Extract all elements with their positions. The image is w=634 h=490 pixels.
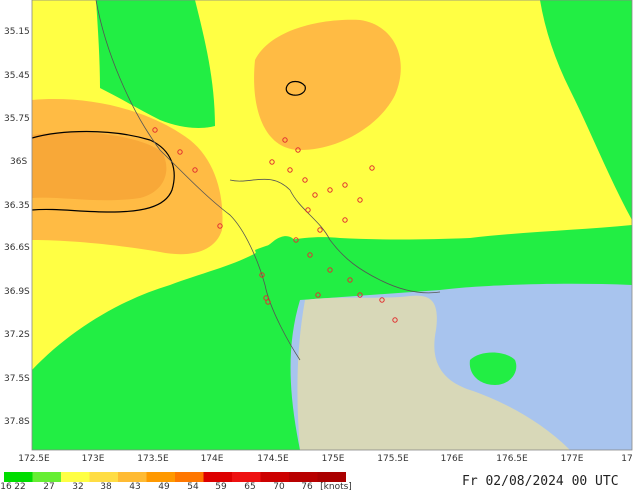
- legend-swatch: [61, 472, 90, 482]
- lon-label: 17: [621, 454, 632, 464]
- latitude-labels: 35.15 35.45 35.75 36S 36.35 36.6S 36.9S …: [4, 27, 30, 427]
- legend-label: 76: [301, 482, 313, 490]
- lon-label: 174.5E: [257, 454, 289, 464]
- lat-label: 36.35: [4, 201, 30, 211]
- legend-label: 16: [0, 482, 12, 490]
- lat-label: 35.45: [4, 71, 30, 81]
- legend-swatch: [89, 472, 118, 482]
- legend-label: 59: [215, 482, 227, 490]
- forecast-timestamp: Fr 02/08/2024 00 UTC: [462, 474, 619, 489]
- legend-label: 43: [129, 482, 140, 490]
- legend-label: 32: [72, 482, 83, 490]
- lon-label: 175.5E: [377, 454, 409, 464]
- lon-label: 176E: [441, 454, 464, 464]
- legend-label: 49: [158, 482, 170, 490]
- legend-label: 70: [273, 482, 285, 490]
- legend-swatch: [175, 472, 204, 482]
- legend-swatch: [203, 472, 232, 482]
- legend-swatch: [232, 472, 261, 482]
- legend-label: 38: [100, 482, 112, 490]
- legend-label: 54: [187, 482, 199, 490]
- lat-label: 35.15: [4, 27, 30, 37]
- legend-colorbar: [4, 472, 346, 482]
- legend-swatch: [146, 472, 175, 482]
- legend-label: 22: [14, 482, 25, 490]
- lon-label: 177E: [561, 454, 584, 464]
- lon-label: 173E: [82, 454, 105, 464]
- lat-label: 36S: [10, 157, 27, 167]
- map-area: [31, 0, 633, 451]
- legend-swatch: [32, 472, 61, 482]
- legend-label: 27: [43, 482, 54, 490]
- lat-label: 35.75: [4, 114, 30, 124]
- lat-label: 36.9S: [4, 287, 30, 297]
- lat-label: 37.2S: [4, 330, 30, 340]
- lon-label: 174E: [201, 454, 224, 464]
- lat-label: 37.5S: [4, 374, 30, 384]
- legend-swatch: [4, 472, 33, 482]
- longitude-labels: 172.5E 173E 173.5E 174E 174.5E 175E 175.…: [18, 454, 632, 464]
- lon-label: 172.5E: [18, 454, 50, 464]
- lon-label: 175E: [322, 454, 345, 464]
- legend-label: 65: [244, 482, 255, 490]
- lat-label: 37.8S: [4, 417, 30, 427]
- legend-swatch: [118, 472, 147, 482]
- lat-label: 36.6S: [4, 243, 30, 253]
- lon-label: 176.5E: [496, 454, 528, 464]
- legend-unit: [knots]: [320, 482, 352, 490]
- legend-swatch: [260, 472, 289, 482]
- lon-label: 173.5E: [137, 454, 169, 464]
- wind-map-figure: 35.15 35.45 35.75 36S 36.35 36.6S 36.9S …: [0, 0, 633, 490]
- legend-swatch: [289, 472, 318, 482]
- legend-labels: 16 22 27 32 38 43 49 54 59 65 70 76 [kno…: [0, 482, 352, 490]
